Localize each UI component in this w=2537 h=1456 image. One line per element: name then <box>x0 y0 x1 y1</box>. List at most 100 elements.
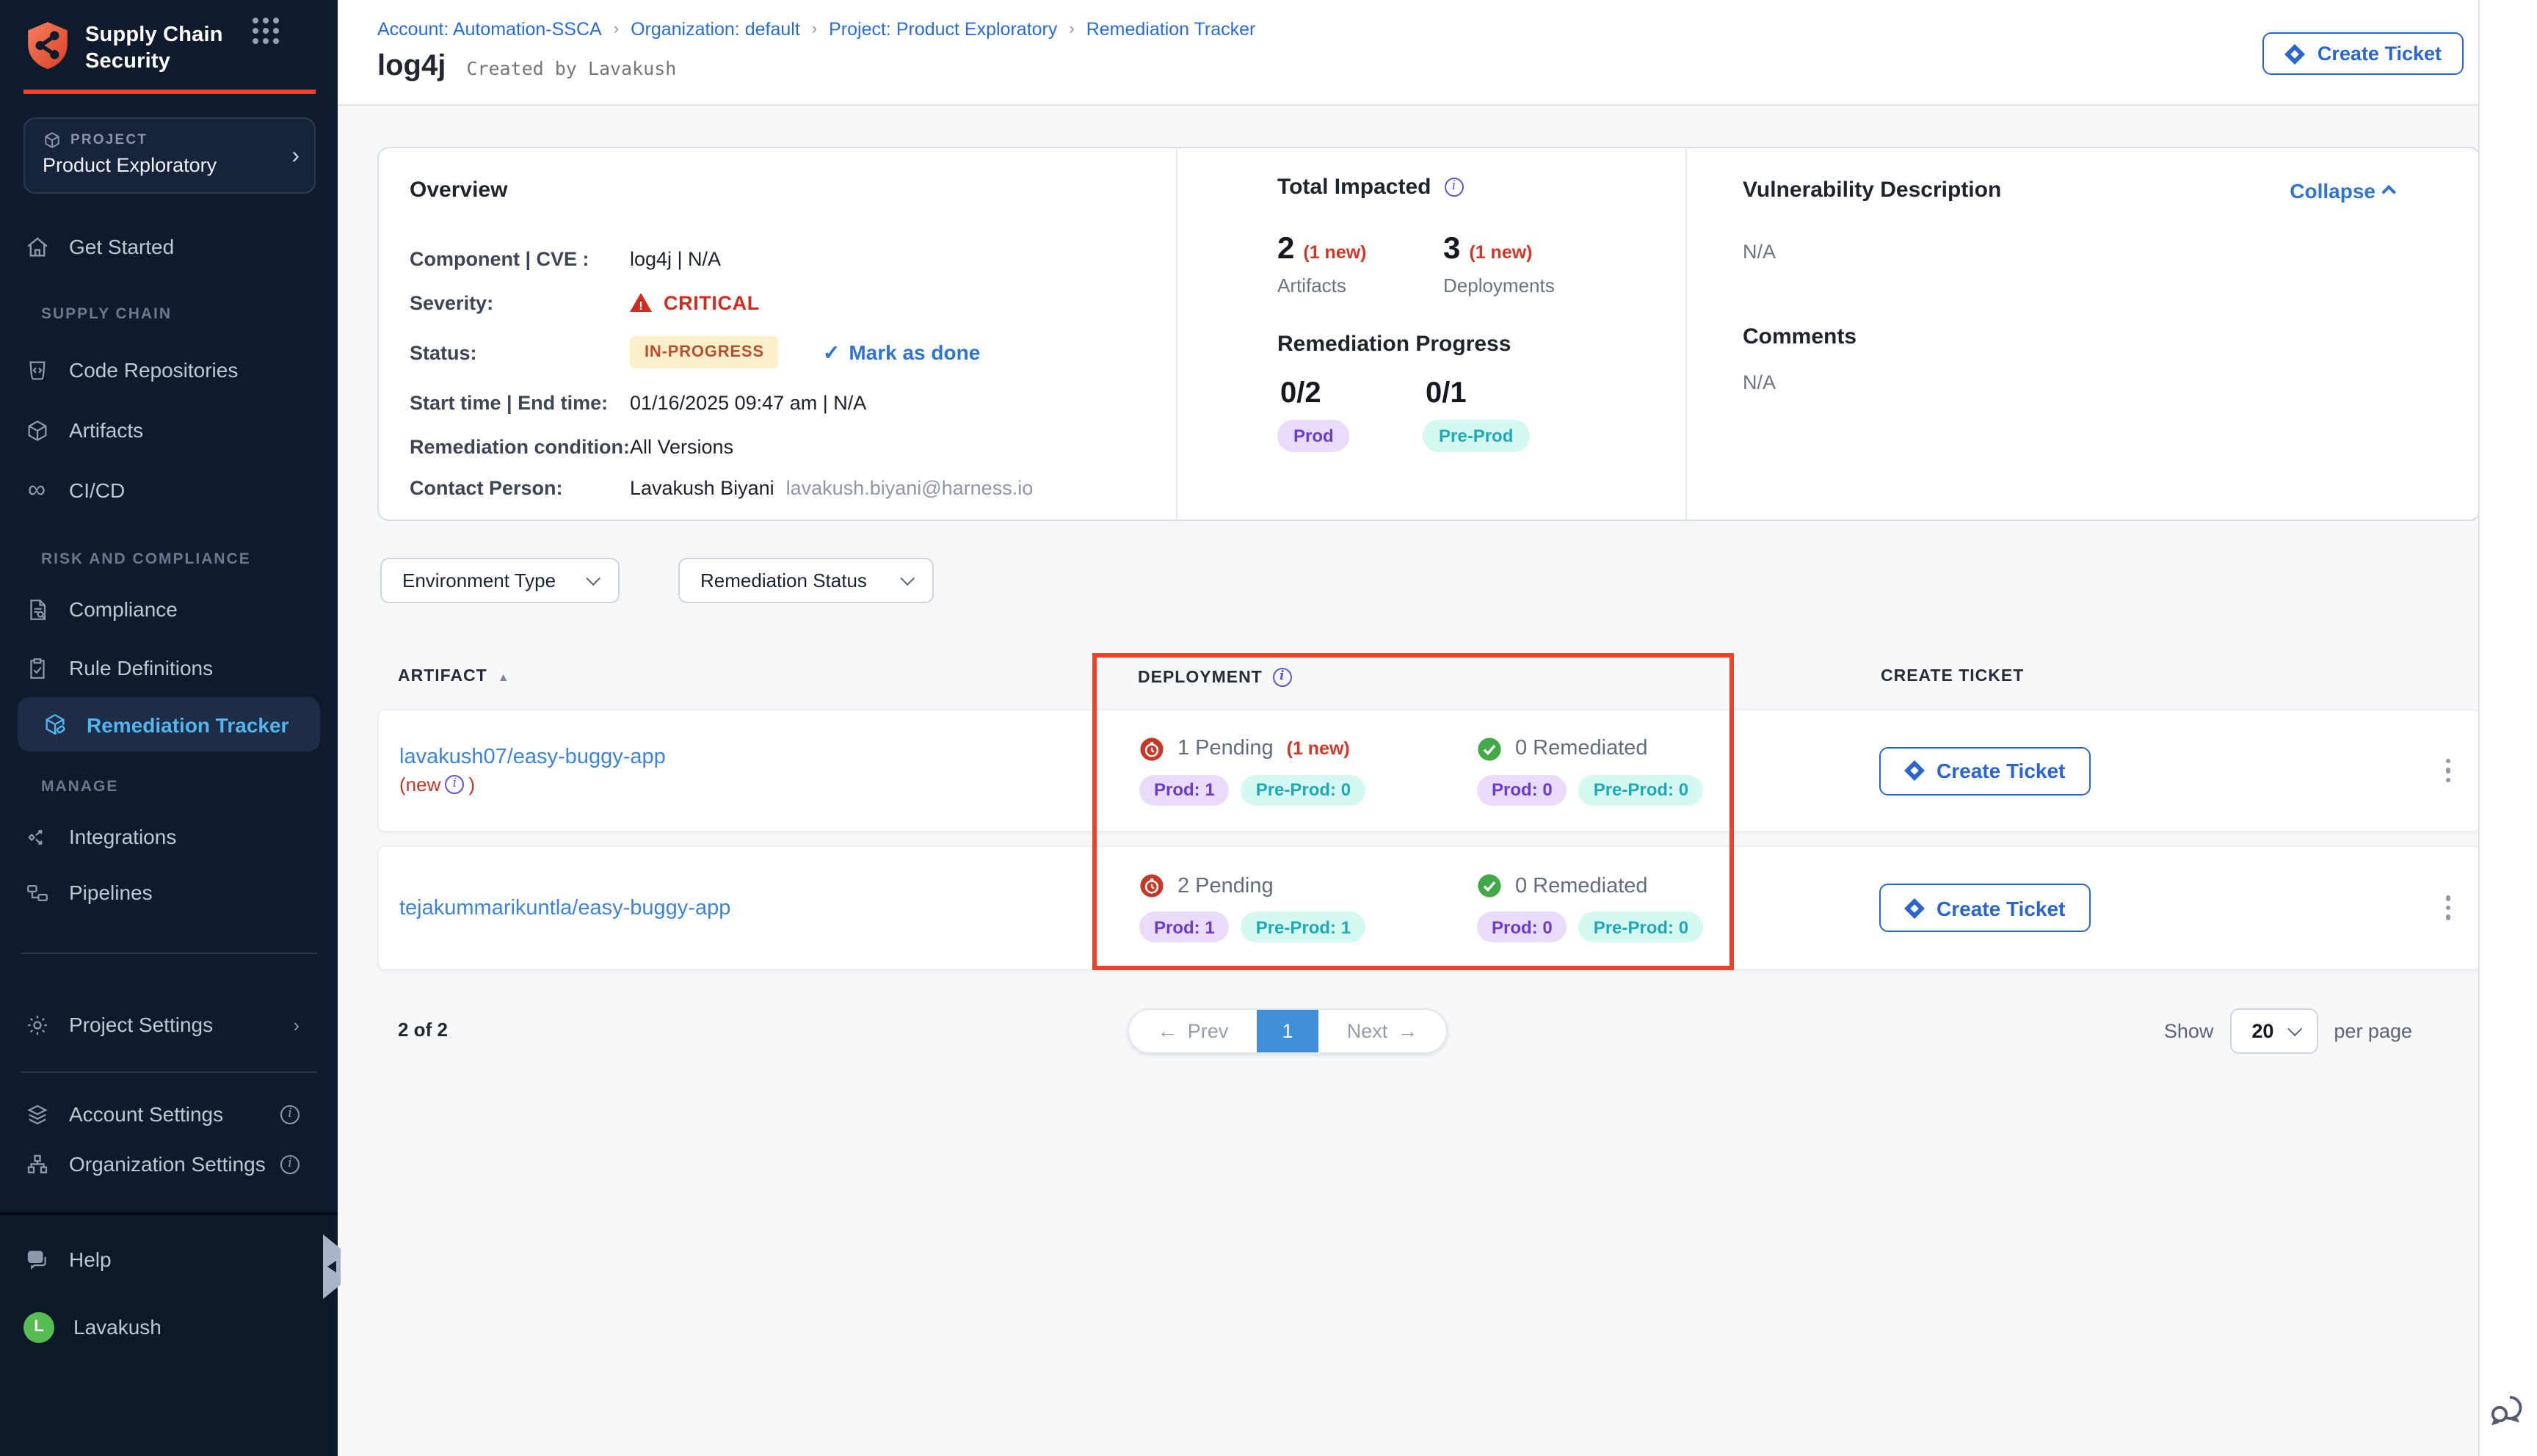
info-icon[interactable]: i <box>1273 668 1292 687</box>
support-chat-icon[interactable] <box>2487 1391 2525 1437</box>
pipelines-icon <box>23 879 50 906</box>
pending-icon <box>1139 736 1164 761</box>
overview-heading: Overview <box>410 178 1176 203</box>
sidebar-item-cicd[interactable]: ∞ CI/CD <box>23 467 320 514</box>
page-size-select[interactable]: 20 <box>2229 1008 2318 1054</box>
cube-icon <box>43 131 62 150</box>
chevron-down-icon <box>586 571 600 586</box>
sidebar-item-artifacts[interactable]: Artifacts <box>23 407 320 454</box>
pagination: ← Prev 1 Next → <box>1128 1008 1448 1054</box>
preprod-progress-value: 0/1 <box>1426 377 1529 411</box>
contact-email: lavakush.biyani@harness.io <box>786 476 1034 498</box>
status-label: Status: <box>410 324 630 380</box>
preprod-count-badge: Pre-Prod: 0 <box>1241 774 1365 805</box>
overview-section: Overview Component | CVE : log4j | N/A S… <box>379 148 1176 520</box>
overview-card: Overview Component | CVE : log4j | N/A S… <box>377 147 2481 521</box>
jira-diamond-icon <box>1904 760 1925 781</box>
remediated-check-icon <box>1477 736 1502 761</box>
time-label: Start time | End time: <box>410 380 630 426</box>
preprod-count-badge: Pre-Prod: 0 <box>1579 911 1703 942</box>
deployment-cell: 1 Pending (1 new) Prod: 1 Pre-Prod: 0 0 … <box>1139 736 1879 805</box>
artifact-link[interactable]: lavakush07/easy-buggy-app <box>399 746 1139 769</box>
total-impacted-heading: Total Impacted <box>1277 175 1431 200</box>
breadcrumb: Account: Automation-SSCA › Organization:… <box>377 19 1255 40</box>
remediation-status-filter[interactable]: Remediation Status <box>678 558 934 603</box>
sidebar-item-rule-definitions[interactable]: Rule Definitions <box>23 644 320 691</box>
time-value: 01/16/2025 09:47 am | N/A <box>630 380 1176 426</box>
info-icon[interactable]: i <box>445 775 464 794</box>
environment-type-filter[interactable]: Environment Type <box>380 558 620 603</box>
breadcrumb-separator-icon: › <box>1069 21 1074 38</box>
check-icon: ✓ <box>823 340 840 365</box>
section-manage: MANAGE <box>41 778 118 796</box>
contact-name: Lavakush Biyani <box>630 476 774 498</box>
prev-page-button[interactable]: ← Prev <box>1129 1010 1257 1052</box>
next-page-button[interactable]: Next → <box>1318 1010 1446 1052</box>
project-selector[interactable]: PROJECT Product Exploratory › <box>23 117 316 194</box>
create-ticket-button[interactable]: Create Ticket <box>1879 884 2090 932</box>
section-risk-compliance: RISK AND COMPLIANCE <box>41 550 251 568</box>
pending-count: 1 Pending <box>1177 737 1274 760</box>
sidebar-item-pipelines[interactable]: Pipelines <box>23 869 320 916</box>
info-icon: i <box>280 1104 300 1124</box>
comments-heading: Comments <box>1743 324 2396 349</box>
show-label: Show <box>2164 1020 2214 1042</box>
collapse-link[interactable]: Collapse <box>2290 178 2396 202</box>
prod-count-badge: Prod: 0 <box>1477 774 1567 805</box>
row-menu-kebab-icon[interactable] <box>2439 753 2456 789</box>
jira-diamond-icon <box>2285 43 2306 64</box>
preprod-count-badge: Pre-Prod: 1 <box>1241 911 1365 942</box>
user-name: Lavakush <box>73 1315 161 1339</box>
project-label: PROJECT <box>70 132 148 148</box>
sidebar-footer: ? Help L Lavakush <box>0 1212 338 1456</box>
sidebar-item-remediation-tracker[interactable]: Remediation Tracker <box>18 697 320 751</box>
sidebar-item-compliance[interactable]: Compliance <box>23 586 320 633</box>
document-search-icon <box>23 596 50 622</box>
sidebar-item-help[interactable]: ? Help <box>23 1236 320 1283</box>
artifact-link[interactable]: tejakummarikuntla/easy-buggy-app <box>399 896 1139 920</box>
infinity-icon: ∞ <box>23 477 50 503</box>
table-row: tejakummarikuntla/easy-buggy-app 2 Pendi… <box>377 845 2481 970</box>
jira-diamond-icon <box>1904 898 1925 918</box>
preprod-badge: Pre-Prod <box>1423 420 1529 452</box>
gear-icon <box>23 1011 50 1038</box>
vulnerability-heading: Vulnerability Description <box>1743 178 2001 203</box>
mark-as-done-link[interactable]: ✓ Mark as done <box>823 340 980 365</box>
condition-value: All Versions <box>630 426 1176 467</box>
severity-value: CRITICAL <box>664 291 760 313</box>
sidebar-divider <box>21 953 317 954</box>
topbar: Account: Automation-SSCA › Organization:… <box>338 0 2478 106</box>
breadcrumb-remediation-tracker[interactable]: Remediation Tracker <box>1086 19 1256 40</box>
user-menu[interactable]: L Lavakush <box>23 1303 320 1350</box>
page-title: log4j <box>377 50 446 84</box>
sidebar-item-code-repositories[interactable]: Code Repositories <box>23 346 320 393</box>
sidebar-item-get-started[interactable]: Get Started <box>23 223 320 270</box>
column-header-artifact[interactable]: ARTIFACT ▲ <box>398 668 510 685</box>
svg-text:?: ? <box>32 1251 37 1262</box>
chevron-right-icon: › <box>293 1013 300 1035</box>
help-chat-icon: ? <box>23 1246 50 1273</box>
artifact-new-indicator: (new i ) <box>399 774 1139 796</box>
row-menu-kebab-icon[interactable] <box>2439 890 2456 926</box>
page-1-button[interactable]: 1 <box>1257 1010 1318 1052</box>
table-row: lavakush07/easy-buggy-app (new i ) 1 Pen… <box>377 709 2481 832</box>
sidebar-item-organization-settings[interactable]: Organization Settings i <box>23 1140 320 1187</box>
pending-icon <box>1139 873 1164 898</box>
create-ticket-button[interactable]: Create Ticket <box>2263 32 2464 75</box>
breadcrumb-organization[interactable]: Organization: default <box>631 19 800 40</box>
collapse-arrow-icon <box>327 1261 336 1273</box>
sidebar-item-account-settings[interactable]: Account Settings i <box>23 1091 320 1138</box>
sidebar-item-integrations[interactable]: Integrations <box>23 813 320 860</box>
sidebar: Supply Chain Security PROJECT Product Ex… <box>0 0 338 1456</box>
create-ticket-button[interactable]: Create Ticket <box>1879 746 2090 795</box>
vulnerability-section: Vulnerability Description Collapse N/A C… <box>1685 148 2480 520</box>
prod-count-badge: Prod: 1 <box>1139 774 1230 805</box>
sidebar-item-project-settings[interactable]: Project Settings › <box>23 1001 320 1048</box>
breadcrumb-project[interactable]: Project: Product Exploratory <box>829 19 1057 40</box>
section-supply-chain: SUPPLY CHAIN <box>41 305 172 323</box>
code-repo-icon <box>23 357 50 383</box>
breadcrumb-account[interactable]: Account: Automation-SSCA <box>377 19 602 40</box>
app-switcher-icon[interactable] <box>253 18 282 47</box>
info-icon[interactable]: i <box>1445 178 1464 197</box>
breadcrumb-separator-icon: › <box>614 21 619 38</box>
